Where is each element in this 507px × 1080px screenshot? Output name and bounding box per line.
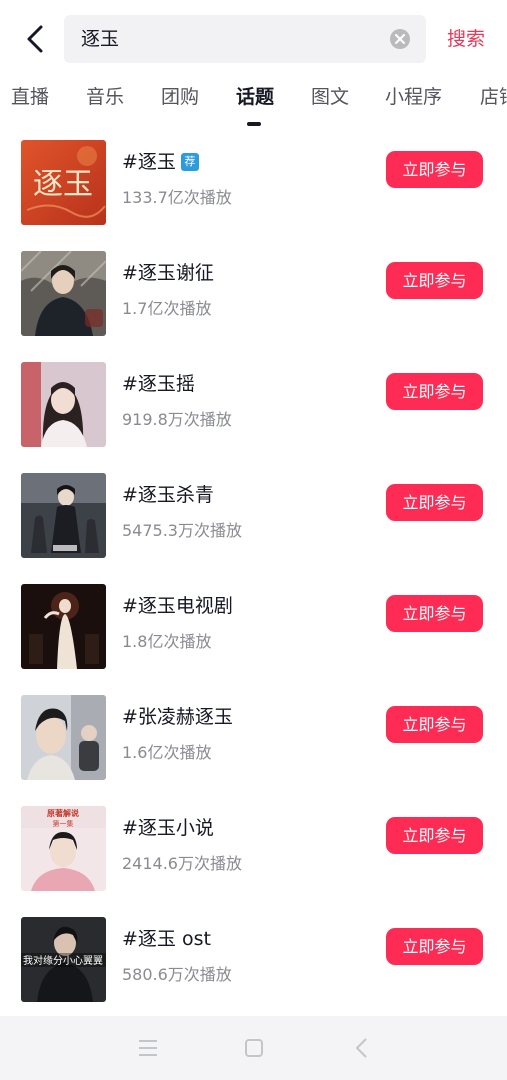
chevron-left-icon <box>356 1038 367 1058</box>
tab-music[interactable]: 音乐 <box>86 84 124 110</box>
topic-title-line: #张凌赫逐玉 <box>122 703 233 731</box>
join-topic-button[interactable]: 立即参与 <box>386 706 483 743</box>
topic-title: #逐玉杀青 <box>122 484 214 506</box>
category-tabs: 直播 音乐 团购 话题 图文 小程序 店铺 <box>0 76 507 126</box>
square-home-icon <box>245 1039 263 1057</box>
close-icon <box>395 34 405 44</box>
search-query-text: 逐玉 <box>81 28 120 50</box>
ost-caption: 我对缘分小心翼翼 <box>23 954 103 967</box>
topic-play-count: 133.7亿次播放 <box>122 188 232 207</box>
topic-thumbnail <box>21 695 106 780</box>
join-topic-button[interactable]: 立即参与 <box>386 151 483 188</box>
join-topic-button[interactable]: 立即参与 <box>386 373 483 410</box>
topic-title-line: #逐玉摇 <box>122 370 195 398</box>
topic-title: #逐玉小说 <box>122 817 214 839</box>
cover-calligraphy: 逐玉 <box>33 167 93 202</box>
clear-search-button[interactable] <box>390 29 410 49</box>
tab-image-text[interactable]: 图文 <box>311 84 349 110</box>
search-header: 逐玉 搜索 <box>0 0 507 76</box>
topic-thumbnail <box>21 251 106 336</box>
topic-play-count: 1.6亿次播放 <box>122 743 212 762</box>
topic-play-count: 1.8亿次播放 <box>122 632 212 651</box>
topic-title-line: #逐玉杀青 <box>122 481 214 509</box>
novel-caption-sub: 第一集 <box>53 819 74 828</box>
topic-title-line: #逐玉 ost <box>122 925 211 953</box>
topic-title: #逐玉 <box>122 151 176 173</box>
topic-play-count: 2414.6万次播放 <box>122 854 242 873</box>
topic-row[interactable]: #张凌赫逐玉 1.6亿次播放 立即参与 <box>0 681 507 792</box>
search-submit-button[interactable]: 搜索 <box>447 25 485 53</box>
join-topic-button[interactable]: 立即参与 <box>386 262 483 299</box>
topic-play-count: 580.6万次播放 <box>122 965 232 984</box>
menu-button[interactable] <box>134 1034 162 1062</box>
topic-title: #张凌赫逐玉 <box>122 706 233 728</box>
join-topic-button[interactable]: 立即参与 <box>386 817 483 854</box>
topic-thumbnail <box>21 362 106 447</box>
topic-row[interactable]: 原著解说 第一集 #逐玉小说 2414.6万次播放 立即参与 <box>0 792 507 903</box>
topic-row[interactable]: 我对缘分小心翼翼 #逐玉 ost 580.6万次播放 立即参与 <box>0 903 507 1014</box>
search-input[interactable]: 逐玉 <box>64 15 426 63</box>
topic-row[interactable]: #逐玉谢征 1.7亿次播放 立即参与 <box>0 237 507 348</box>
topic-title-line: #逐玉谢征 <box>122 259 214 287</box>
topic-title: #逐玉摇 <box>122 373 195 395</box>
system-back-button[interactable] <box>347 1034 375 1062</box>
topic-title: #逐玉 ost <box>122 928 211 950</box>
system-navigation-bar <box>0 1016 507 1080</box>
topic-row[interactable]: #逐玉电视剧 1.8亿次播放 立即参与 <box>0 570 507 681</box>
tab-topics[interactable]: 话题 <box>236 84 274 110</box>
topic-row[interactable]: 逐玉 #逐玉 荐 133.7亿次播放 立即参与 <box>0 126 507 237</box>
tab-live[interactable]: 直播 <box>11 84 49 110</box>
topic-play-count: 919.8万次播放 <box>122 410 232 429</box>
recommended-badge: 荐 <box>180 153 199 171</box>
topic-thumbnail: 原著解说 第一集 <box>21 806 106 891</box>
novel-caption-top: 原著解说 <box>47 808 79 818</box>
topic-title: #逐玉电视剧 <box>122 595 233 617</box>
topic-title-line: #逐玉电视剧 <box>122 592 233 620</box>
home-button[interactable] <box>240 1034 268 1062</box>
chevron-left-icon <box>27 25 43 53</box>
back-button[interactable] <box>18 20 52 58</box>
tab-shops[interactable]: 店铺 <box>480 84 507 110</box>
tab-group-buy[interactable]: 团购 <box>161 84 199 110</box>
topic-row[interactable]: #逐玉摇 919.8万次播放 立即参与 <box>0 348 507 459</box>
topic-play-count: 5475.3万次播放 <box>122 521 242 540</box>
join-topic-button[interactable]: 立即参与 <box>386 484 483 521</box>
topic-title-line: #逐玉 荐 <box>122 148 199 176</box>
topic-title: #逐玉谢征 <box>122 262 214 284</box>
menu-icon <box>139 1040 157 1056</box>
topic-row[interactable]: #逐玉杀青 5475.3万次播放 立即参与 <box>0 459 507 570</box>
topic-thumbnail <box>21 473 106 558</box>
topic-play-count: 1.7亿次播放 <box>122 299 212 318</box>
topic-thumbnail: 逐玉 <box>21 140 106 225</box>
tab-mini-programs[interactable]: 小程序 <box>385 84 442 110</box>
topic-title-line: #逐玉小说 <box>122 814 214 842</box>
join-topic-button[interactable]: 立即参与 <box>386 928 483 965</box>
join-topic-button[interactable]: 立即参与 <box>386 595 483 632</box>
topic-thumbnail <box>21 584 106 669</box>
topic-thumbnail: 我对缘分小心翼翼 <box>21 917 106 1002</box>
